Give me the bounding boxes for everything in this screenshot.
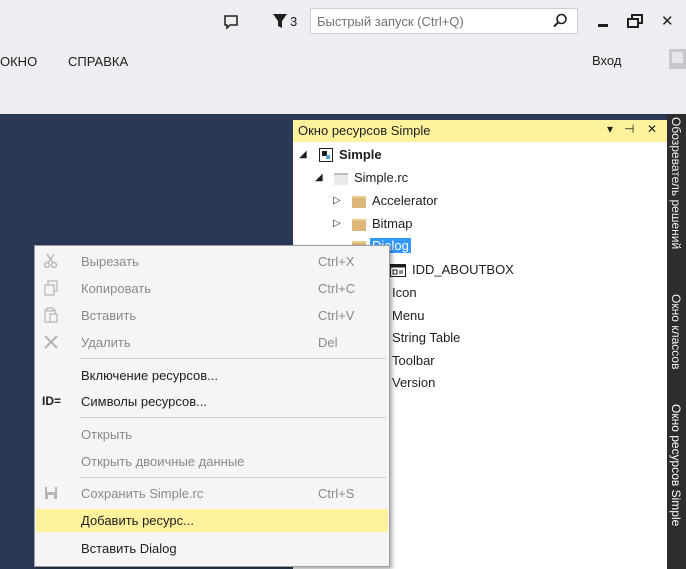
restore-button[interactable] (626, 12, 646, 32)
menu-item-label: Открыть (81, 427, 133, 442)
menu-item-shortcut: Ctrl+X (318, 254, 355, 269)
menu-item-label: Удалить (81, 335, 131, 350)
folder-icon (352, 196, 366, 208)
avatar[interactable] (669, 49, 686, 69)
menu-item-label: Вставить Dialog (81, 541, 177, 556)
menu-item-label: Вырезать (81, 254, 139, 269)
close-panel-icon[interactable]: ✕ (647, 122, 657, 136)
context-menu: Вырезать Ctrl+X Копировать Ctrl+C Встави… (34, 245, 390, 567)
menu-item-shortcut: Del (318, 335, 338, 350)
menu-item-open[interactable]: Открыть (36, 423, 388, 446)
tree-item-label: Simple (339, 147, 382, 162)
menu-separator (80, 477, 386, 478)
notification-count: 3 (290, 14, 298, 29)
menu-item-paste[interactable]: Вставить Ctrl+V (36, 304, 388, 327)
tree-item-label: Accelerator (372, 193, 438, 208)
tree-item-label: Simple.rc (354, 170, 409, 185)
tab-solution-explorer[interactable]: Обозреватель решений (667, 117, 686, 277)
menu-item-shortcut: Ctrl+S (318, 486, 355, 501)
id-icon: ID= (42, 394, 62, 408)
folder-icon (352, 219, 366, 231)
menu-item-window[interactable]: ОКНО (0, 54, 37, 69)
dialog-resource-icon (390, 264, 406, 277)
menu-item-label: Добавить ресурс... (81, 513, 194, 528)
menu-item-label: Сохранить Simple.rc (81, 486, 204, 501)
menu-item-insert-dialog[interactable]: Вставить Dialog (36, 537, 388, 560)
tree-item-label: Version (392, 375, 436, 390)
tab-class-view[interactable]: Окно классов (667, 294, 686, 389)
menu-item-shortcut: Ctrl+V (318, 308, 355, 323)
feedback-filter-icon[interactable] (273, 13, 287, 29)
tree-item-label: Bitmap (372, 216, 413, 231)
notifications-icon[interactable] (222, 13, 240, 31)
resource-view-title: Окно ресурсов Simple (298, 123, 431, 138)
minimize-button[interactable] (594, 12, 614, 32)
expand-icon[interactable]: ▷ (333, 218, 341, 229)
menu-item-delete[interactable]: Удалить Del (36, 331, 388, 354)
project-icon (319, 148, 333, 162)
menu-bar: ОКНО СПРАВКА (0, 44, 686, 80)
save-icon (42, 485, 60, 502)
pin-icon[interactable]: ⊣ (624, 122, 634, 136)
menu-item-label: Копировать (81, 281, 151, 296)
menu-separator (80, 417, 386, 418)
cut-icon (42, 253, 60, 270)
tree-item-label: Menu (392, 308, 425, 323)
paste-icon (42, 307, 60, 324)
delete-icon (42, 334, 60, 351)
side-tab-strip: Обозреватель решений Окно классов Окно р… (667, 114, 686, 569)
copy-icon (42, 280, 60, 297)
menu-item-save[interactable]: Сохранить Simple.rc Ctrl+S (36, 482, 388, 505)
menu-item-add-resource[interactable]: Добавить ресурс... (36, 509, 388, 532)
tree-item-label: Icon (392, 285, 417, 300)
expand-icon[interactable]: ▷ (333, 195, 341, 206)
quick-launch-box[interactable] (310, 8, 578, 34)
menu-item-resource-symbols[interactable]: ID= Символы ресурсов... (36, 390, 388, 413)
collapse-icon[interactable]: ◢ (299, 149, 307, 160)
panel-dropdown-icon[interactable]: ▾ (607, 122, 613, 136)
title-bar: 3 ✕ (0, 0, 686, 44)
tree-item-label: IDD_ABOUTBOX (412, 262, 514, 277)
sign-in-link[interactable]: Вход (592, 53, 621, 68)
tab-label: Окно ресурсов Simple (669, 404, 683, 527)
menu-separator (80, 358, 386, 359)
menu-item-copy[interactable]: Копировать Ctrl+C (36, 277, 388, 300)
tree-item-label: Toolbar (392, 353, 435, 368)
quick-launch-input[interactable] (311, 9, 547, 33)
menu-item-label: Открыть двоичные данные (81, 454, 245, 469)
tree-item-label: String Table (392, 330, 461, 345)
resource-view-header: Окно ресурсов Simple ▾ ⊣ ✕ (293, 120, 667, 142)
menu-item-shortcut: Ctrl+C (318, 281, 356, 296)
menu-item-label: Включение ресурсов... (81, 368, 219, 383)
toolbar-area (0, 80, 686, 114)
menu-item-open-binary[interactable]: Открыть двоичные данные (36, 450, 388, 473)
search-icon[interactable] (551, 12, 569, 30)
tab-resource-view[interactable]: Окно ресурсов Simple (667, 404, 686, 564)
menu-item-resource-includes[interactable]: Включение ресурсов... (36, 364, 388, 387)
menu-item-help[interactable]: СПРАВКА (68, 54, 128, 69)
collapse-icon[interactable]: ◢ (315, 172, 323, 183)
tab-label: Окно классов (669, 294, 683, 370)
menu-item-label: Символы ресурсов... (81, 394, 207, 409)
close-window-button[interactable]: ✕ (661, 12, 686, 32)
rc-file-icon (334, 173, 348, 185)
tab-label: Обозреватель решений (669, 117, 683, 250)
menu-item-cut[interactable]: Вырезать Ctrl+X (36, 250, 388, 273)
menu-item-label: Вставить (81, 308, 137, 323)
